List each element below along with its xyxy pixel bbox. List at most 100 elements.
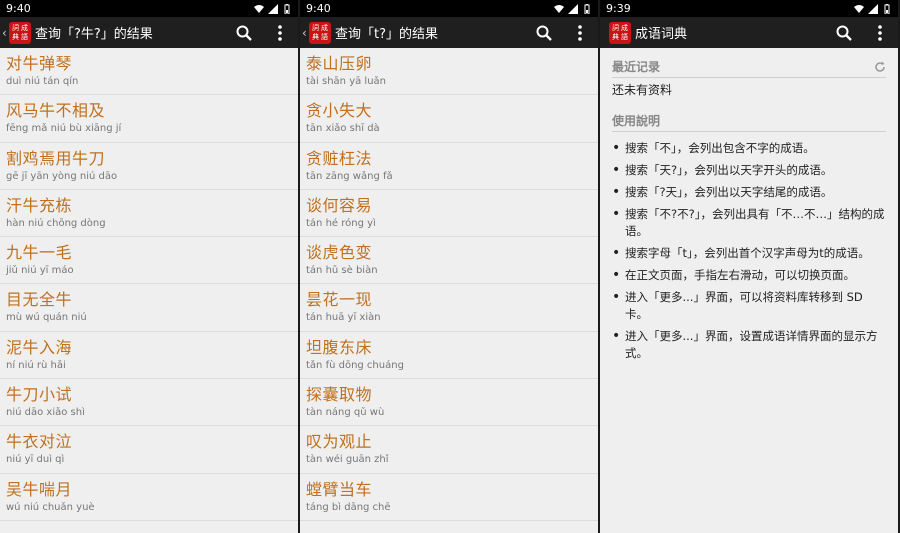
signal-icon <box>268 3 278 14</box>
list-item[interactable]: 泥牛入海 ní niú rù hǎi <box>0 332 298 380</box>
refresh-icon[interactable] <box>874 61 886 73</box>
idiom-pinyin: tān zāng wǎng fǎ <box>306 170 393 182</box>
overflow-menu-button[interactable] <box>562 17 598 48</box>
idiom-word: 牛刀小试 <box>6 385 73 405</box>
idiom-word: 九牛一毛 <box>6 243 73 263</box>
idiom-word: 对牛弹琴 <box>6 54 73 73</box>
idiom-pinyin: táng bì dāng chē <box>306 501 391 513</box>
idiom-word: 谈何容易 <box>306 195 373 215</box>
app-logo: 詞成典語 <box>609 21 631 44</box>
idiom-word: 探囊取物 <box>306 385 373 405</box>
list-item[interactable]: 对牛弹琴 duì niú tán qín <box>0 48 298 96</box>
idiom-pinyin: tán hé róng yì <box>306 217 376 229</box>
screens: 9:40 ‹ 詞成典語 查询「?牛?」的结果 对牛弹琴 duì niú tán q… <box>0 0 900 533</box>
app-bar: ‹ 詞成典語 查询「?牛?」的结果 <box>0 17 298 48</box>
list-item[interactable]: 谈何容易 tán hé róng yì <box>300 190 598 238</box>
usage-item: • 进入「更多...」界面，可以将资料库转移到 SD 卡。 <box>612 289 863 321</box>
list-item[interactable]: 贪赃枉法 tān zāng wǎng fǎ <box>300 143 598 190</box>
back-icon[interactable]: ‹ <box>2 26 8 40</box>
usage-list: • 搜索「不」，会列出包含不字的成语。 • 搜索「天?」，会列出以天字开头的成语。 … <box>612 140 886 362</box>
search-icon <box>836 25 852 41</box>
list-item[interactable]: 九牛一毛 jiǔ niú yī máo <box>0 237 298 285</box>
screen-results-niu: 9:40 ‹ 詞成典語 查询「?牛?」的结果 对牛弹琴 duì niú tán q… <box>0 0 298 533</box>
list-item[interactable]: 风马牛不相及 fēng mǎ niú bù xiāng jí <box>0 95 298 143</box>
usage-header: 使用說明 <box>612 112 886 132</box>
status-time: 9:40 <box>306 2 331 15</box>
idiom-word: 吴牛喘月 <box>6 479 73 499</box>
usage-item: • 搜索「不」，会列出包含不字的成语。 <box>612 140 815 156</box>
list-item[interactable]: 牛刀小试 niú dāo xiǎo shì <box>0 379 298 427</box>
app-bar: ‹ 詞成典語 查询「t?」的结果 <box>300 17 598 48</box>
idiom-word: 泥牛入海 <box>6 337 73 357</box>
idiom-word: 贪赃枉法 <box>306 148 373 168</box>
signal-icon <box>868 3 878 14</box>
list-item[interactable]: 昙花一现 tán huā yī xiàn <box>300 284 598 332</box>
status-bar: 9:40 <box>300 0 598 17</box>
search-button[interactable] <box>526 17 562 48</box>
list-item[interactable]: 目无全牛 mù wú quán niú <box>0 284 298 332</box>
idiom-word: 昙花一现 <box>306 290 373 310</box>
status-bar: 9:40 <box>0 0 298 17</box>
idiom-word: 目无全牛 <box>6 290 73 310</box>
idiom-word: 牛衣对泣 <box>6 432 73 452</box>
list-item[interactable]: 贪小失大 tān xiǎo shī dà <box>300 95 598 143</box>
battery-icon <box>284 3 290 14</box>
idiom-pinyin: jiǔ niú yī máo <box>6 265 74 277</box>
idiom-word: 贪小失大 <box>306 101 373 121</box>
usage-item: • 搜索「不?不?」，会列出具有「不…不…」结构的成语。 <box>612 206 885 238</box>
search-icon <box>536 25 552 41</box>
list-item[interactable]: 汗牛充栋 hàn niú chōng dòng <box>0 190 298 238</box>
back-icon[interactable]: ‹ <box>302 26 308 40</box>
idiom-word: 割鸡焉用牛刀 <box>6 148 106 168</box>
search-button[interactable] <box>826 17 862 48</box>
usage-item: • 搜索「天?」，会列出以天字开头的成语。 <box>612 162 833 178</box>
list-item[interactable]: 叹为观止 tàn wéi guān zhǐ <box>300 426 598 474</box>
screen-results-t: 9:40 ‹ 詞成典語 查询「t?」的结果 泰山压卵 tài shān yā lu… <box>300 0 598 533</box>
list-item[interactable]: 牛衣对泣 niú yī duì qì <box>0 426 298 474</box>
wifi-icon <box>254 4 264 13</box>
result-list: 对牛弹琴 duì niú tán qín 风马牛不相及 fēng mǎ niú bù… <box>0 48 298 521</box>
page-title: 查询「t?」的结果 <box>335 27 438 42</box>
idiom-word: 泰山压卵 <box>306 54 373 73</box>
idiom-word: 谈虎色变 <box>306 243 373 263</box>
idiom-pinyin: tán huā yī xiàn <box>306 312 381 324</box>
list-item[interactable]: 割鸡焉用牛刀 gē jī yān yòng niú dāo <box>0 143 298 190</box>
wifi-icon <box>854 4 864 13</box>
idiom-pinyin: tài shān yā luǎn <box>306 76 387 87</box>
screen-dictionary-home: 9:39 詞成典語 成语词典 最近记录 还未有资料 使用說明 • 搜索「不」，会… <box>600 0 898 533</box>
usage-item: • 进入「更多...」界面，设置成语详情界面的显示方式。 <box>612 328 878 360</box>
idiom-word: 螳臂当车 <box>306 479 373 499</box>
recent-header: 最近记录 <box>612 58 886 78</box>
list-item[interactable]: 坦腹东床 tǎn fù dōng chuáng <box>300 332 598 380</box>
list-item[interactable]: 谈虎色变 tán hǔ sè biàn <box>300 237 598 285</box>
status-time: 9:39 <box>606 2 631 15</box>
idiom-pinyin: tǎn fù dōng chuáng <box>306 359 404 371</box>
status-time: 9:40 <box>6 2 31 15</box>
battery-icon <box>884 3 890 14</box>
idiom-pinyin: niú dāo xiǎo shì <box>6 407 85 419</box>
idiom-word: 坦腹东床 <box>306 337 373 357</box>
idiom-word: 叹为观止 <box>306 432 373 452</box>
overflow-menu-button[interactable] <box>862 17 898 48</box>
overflow-menu-button[interactable] <box>262 17 298 48</box>
idiom-pinyin: ní niú rù hǎi <box>6 359 66 371</box>
list-item[interactable]: 探囊取物 tàn náng qǔ wù <box>300 379 598 427</box>
idiom-pinyin: tàn náng qǔ wù <box>306 407 385 419</box>
list-item[interactable]: 螳臂当车 táng bì dāng chē <box>300 474 598 521</box>
result-list: 泰山压卵 tài shān yā luǎn 贪小失大 tān xiǎo shī dà… <box>300 48 598 521</box>
usage-item: • 在正文页面，手指左右滑动，可以切换页面。 <box>612 267 855 283</box>
battery-icon <box>584 3 590 14</box>
app-logo[interactable]: 詞成典語 <box>309 21 331 44</box>
recent-empty-text: 还未有资料 <box>612 83 673 97</box>
list-item[interactable]: 吴牛喘月 wú niú chuǎn yuè <box>0 474 298 521</box>
page-title: 成语词典 <box>635 27 688 42</box>
search-button[interactable] <box>226 17 262 48</box>
page-title: 查询「?牛?」的结果 <box>35 27 153 42</box>
wifi-icon <box>554 4 564 13</box>
app-logo[interactable]: 詞成典語 <box>9 21 31 44</box>
idiom-word: 汗牛充栋 <box>6 195 73 215</box>
idiom-pinyin: hàn niú chōng dòng <box>6 217 106 229</box>
idiom-pinyin: gē jī yān yòng niú dāo <box>6 170 118 182</box>
list-item[interactable]: 泰山压卵 tài shān yā luǎn <box>300 48 598 96</box>
idiom-pinyin: tán hǔ sè biàn <box>306 265 378 277</box>
